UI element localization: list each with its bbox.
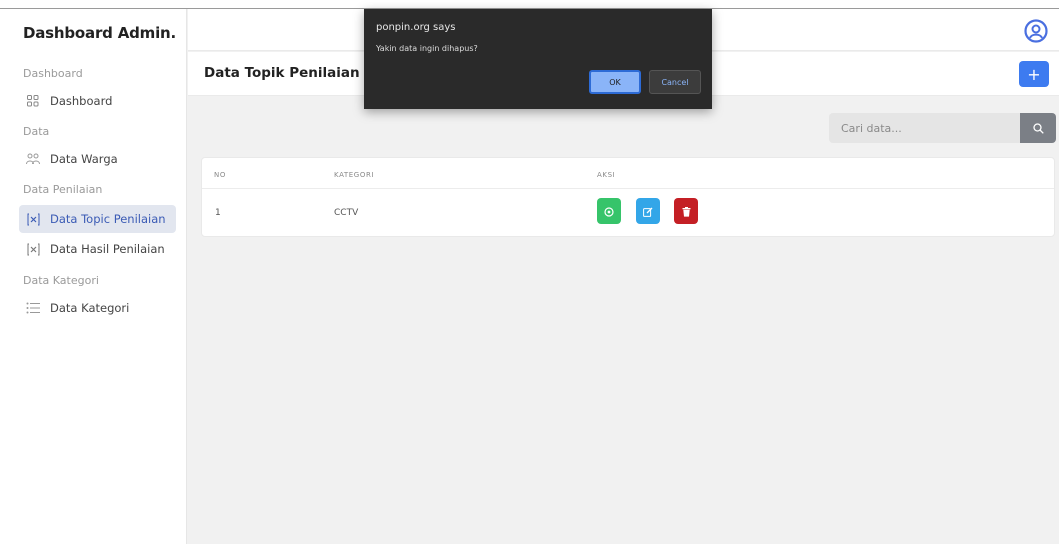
sidebar-item-data-warga[interactable]: Data Warga [19,145,176,173]
sidebar-item-data-topic-penilaian[interactable]: Data Topic Penilaian [19,205,176,233]
sidebar-section-data-penilaian: Data Penilaian [23,183,103,196]
sidebar-item-data-hasil-penilaian[interactable]: Data Hasil Penilaian [19,235,176,263]
edit-button[interactable] [636,198,660,224]
user-circle-icon[interactable] [1024,19,1048,43]
sidebar-item-label: Data Warga [50,152,118,166]
sidebar-item-label: Data Hasil Penilaian [50,242,165,256]
cancel-button[interactable]: Cancel [649,70,701,94]
ok-button[interactable]: OK [589,70,641,94]
add-button[interactable]: + [1019,61,1049,87]
grid-icon [26,94,40,108]
data-table: NO KATEGORI AKSI 1 CCTV [201,157,1055,237]
column-header-no: NO [214,171,226,179]
sidebar: Dashboard Admin. Dashboard Dashboard Dat… [0,9,187,544]
search-input[interactable] [829,113,1020,143]
dialog-message: Yakin data ingin dihapus? [376,44,478,53]
sidebar-section-data-kategori: Data Kategori [23,274,99,287]
brand-title: Dashboard Admin. [23,24,176,42]
sidebar-section-dashboard: Dashboard [23,67,83,80]
sidebar-item-dashboard[interactable]: Dashboard [19,87,176,115]
sidebar-item-data-kategori[interactable]: Data Kategori [19,294,176,322]
x-box-icon [26,212,40,226]
cell-no: 1 [215,208,221,218]
search-bar [829,113,1056,143]
trash-icon [682,202,691,221]
delete-button[interactable] [674,198,698,224]
users-icon [26,152,40,166]
cell-kategori: CCTV [334,208,359,218]
x-box-icon [26,242,40,256]
page-title: Data Topik Penilaian [204,65,360,81]
search-button[interactable] [1020,113,1056,143]
list-icon [26,301,40,315]
edit-icon [643,202,653,221]
sidebar-item-label: Data Kategori [50,301,130,315]
view-button[interactable] [597,198,621,224]
column-header-aksi: AKSI [597,171,616,179]
sidebar-item-label: Data Topic Penilaian [50,212,166,226]
confirm-dialog: ponpin.org says Yakin data ingin dihapus… [364,9,712,109]
eye-icon [604,202,614,221]
column-header-kategori: KATEGORI [334,171,375,179]
table-header-divider [202,188,1054,189]
dialog-title: ponpin.org says [376,22,456,33]
search-icon [1032,119,1044,138]
sidebar-section-data: Data [23,125,50,138]
sidebar-item-label: Dashboard [50,94,113,108]
